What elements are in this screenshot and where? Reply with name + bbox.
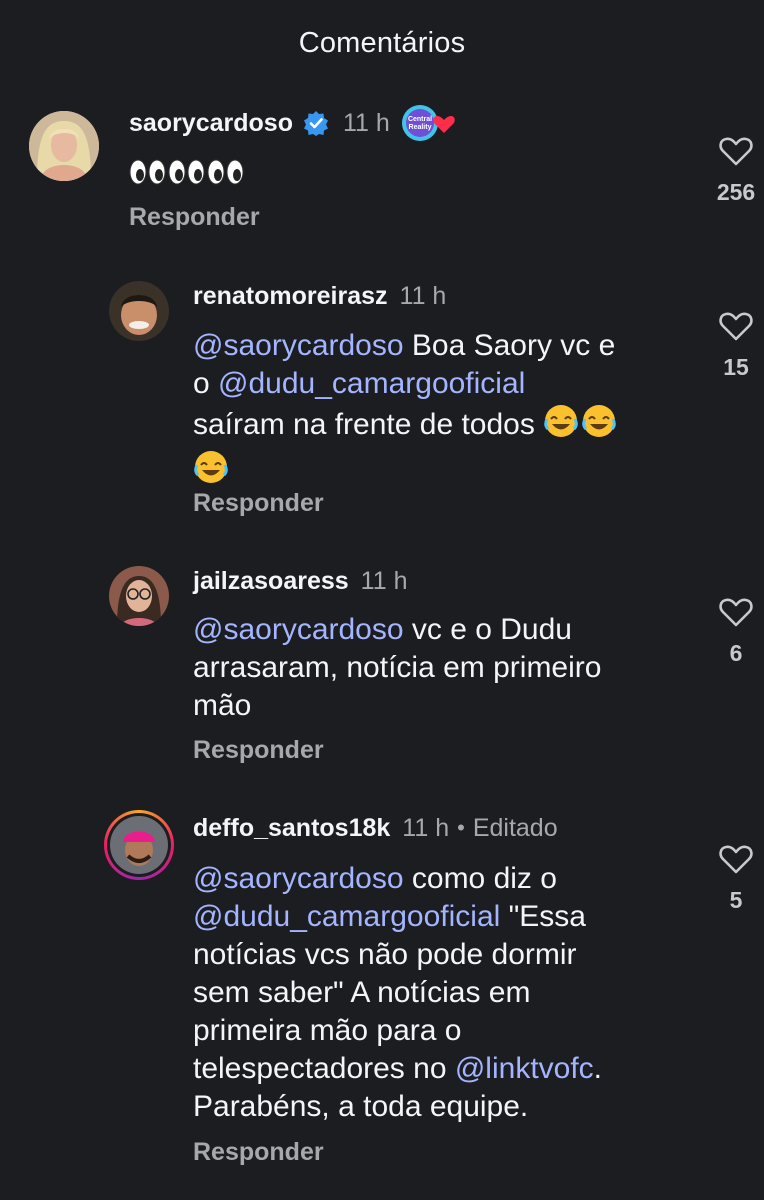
verified-icon <box>303 110 329 136</box>
username[interactable]: jailzasoaress <box>193 567 349 596</box>
heart-icon[interactable] <box>719 136 753 171</box>
comment-meta: jailzasoaress 11 h <box>193 563 407 599</box>
header: Comentários <box>0 0 764 86</box>
comment-meta: deffo_santos18k 11 h • Editado <box>193 810 558 846</box>
laughing-emoji <box>543 403 617 449</box>
comment-time: 11 h <box>399 281 447 310</box>
reply-button[interactable]: Responder <box>193 736 324 765</box>
comment-text: @saorycardoso vc e o Dudu arrasaram, not… <box>193 613 602 722</box>
avatar[interactable] <box>104 810 174 880</box>
like-count: 15 <box>723 354 749 380</box>
like-count: 5 <box>729 887 743 913</box>
comment-meta: saorycardoso 11 h Central Reality <box>129 104 456 142</box>
heart-icon[interactable] <box>719 844 753 879</box>
separator-dot: • <box>457 815 465 840</box>
comment-text: @saorycardoso Boa Saory vc e o @dudu_cam… <box>193 327 693 495</box>
avatar[interactable] <box>109 566 169 626</box>
central-reality-badge: Central Reality <box>400 103 456 143</box>
edited-label: Editado <box>472 813 558 842</box>
svg-text:Reality: Reality <box>408 124 431 131</box>
username[interactable]: saorycardoso <box>129 109 293 138</box>
eyes-emoji <box>129 159 247 196</box>
like-section: 256 <box>706 136 764 206</box>
heart-icon[interactable] <box>719 597 753 632</box>
avatar[interactable] <box>109 281 169 341</box>
username[interactable]: deffo_santos18k <box>193 814 390 843</box>
like-section: 15 <box>706 311 764 381</box>
mention-link[interactable]: @saorycardoso <box>193 613 404 646</box>
like-count: 6 <box>729 640 743 666</box>
avatar[interactable] <box>29 111 99 181</box>
comment-time: 11 h <box>360 566 408 595</box>
comment-time: 11 h <box>342 108 390 137</box>
like-section: 6 <box>706 597 764 667</box>
heart-icon[interactable] <box>719 311 753 346</box>
comment-meta: renatomoreirasz 11 h <box>193 278 446 314</box>
like-count: 256 <box>716 179 756 205</box>
username[interactable]: renatomoreirasz <box>193 282 388 311</box>
mention-link[interactable]: @dudu_camargooficial <box>218 367 525 400</box>
comment-text: @saorycardoso como diz o @dudu_camargoof… <box>193 862 603 1123</box>
page-title: Comentários <box>298 26 466 59</box>
mention-link[interactable]: @dudu_camargooficial <box>193 900 500 933</box>
svg-text:Central: Central <box>408 116 432 123</box>
mention-link[interactable]: @saorycardoso <box>193 329 404 362</box>
reply-button[interactable]: Responder <box>193 1138 324 1167</box>
reply-button[interactable]: Responder <box>193 489 324 518</box>
comment-time: 11 h <box>402 813 450 842</box>
reply-button[interactable]: Responder <box>129 203 260 232</box>
mention-link[interactable]: @saorycardoso <box>193 862 404 895</box>
mention-link[interactable]: @linktvofc <box>455 1052 594 1085</box>
red-heart-icon <box>433 116 455 133</box>
like-section: 5 <box>706 844 764 914</box>
comment-text <box>129 155 629 199</box>
